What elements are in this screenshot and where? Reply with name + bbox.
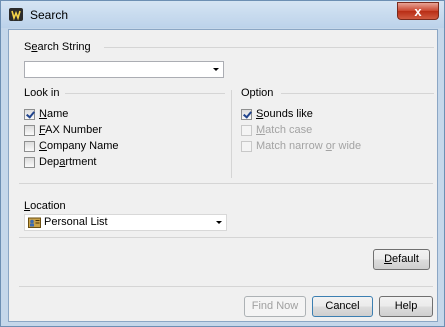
help-button[interactable]: Help xyxy=(379,296,433,317)
search-dialog: Search x Search String Look in Name FAX … xyxy=(0,0,445,327)
checkbox-sounds-like-label: Sounds like xyxy=(256,108,313,120)
close-icon: x xyxy=(414,4,422,19)
checkbox-name-box[interactable] xyxy=(24,109,35,120)
buttons-separator xyxy=(19,286,433,287)
title-bar[interactable]: Search x xyxy=(1,1,444,28)
option-label: Option xyxy=(241,87,274,99)
group-separator xyxy=(231,90,232,178)
search-string-divider xyxy=(104,47,434,48)
look-in-label: Look in xyxy=(24,87,60,99)
app-icon xyxy=(9,8,23,21)
window-title: Search xyxy=(30,8,69,22)
chevron-down-icon[interactable] xyxy=(213,68,219,71)
checkbox-department-label: Department xyxy=(39,156,97,168)
location-separator-bottom xyxy=(19,237,433,238)
checkbox-match-narrow-or-wide-label: Match narrow or wide xyxy=(256,140,362,152)
location-label: Location xyxy=(24,200,66,212)
find-now-button[interactable]: Find Now xyxy=(244,296,306,317)
checkbox-match-case-box xyxy=(241,125,252,136)
chevron-down-icon[interactable] xyxy=(216,221,222,224)
location-separator-top xyxy=(19,183,433,184)
checkbox-fax-number-box[interactable] xyxy=(24,125,35,136)
close-button[interactable]: x xyxy=(397,2,439,20)
checkbox-match-case-label: Match case xyxy=(256,124,313,136)
address-book-icon xyxy=(28,217,41,228)
dialog-body: Search String Look in Name FAX Number Co… xyxy=(8,29,438,322)
cancel-button[interactable]: Cancel xyxy=(312,296,373,317)
checkbox-name-label: Name xyxy=(39,108,69,120)
search-string-input[interactable] xyxy=(24,61,224,78)
checkbox-company-name-box[interactable] xyxy=(24,141,35,152)
location-value: Personal List xyxy=(44,216,108,228)
checkbox-match-narrow-or-wide-box xyxy=(241,141,252,152)
default-button[interactable]: Default xyxy=(373,249,430,270)
location-select[interactable]: Personal List xyxy=(24,214,227,231)
look-in-divider xyxy=(65,93,225,94)
search-string-label: Search String xyxy=(24,41,91,53)
checkbox-sounds-like-box[interactable] xyxy=(241,109,252,120)
option-divider xyxy=(281,93,434,94)
checkbox-company-name-label: Company Name xyxy=(39,140,119,152)
checkbox-fax-number-label: FAX Number xyxy=(39,124,102,136)
checkbox-department-box[interactable] xyxy=(24,157,35,168)
